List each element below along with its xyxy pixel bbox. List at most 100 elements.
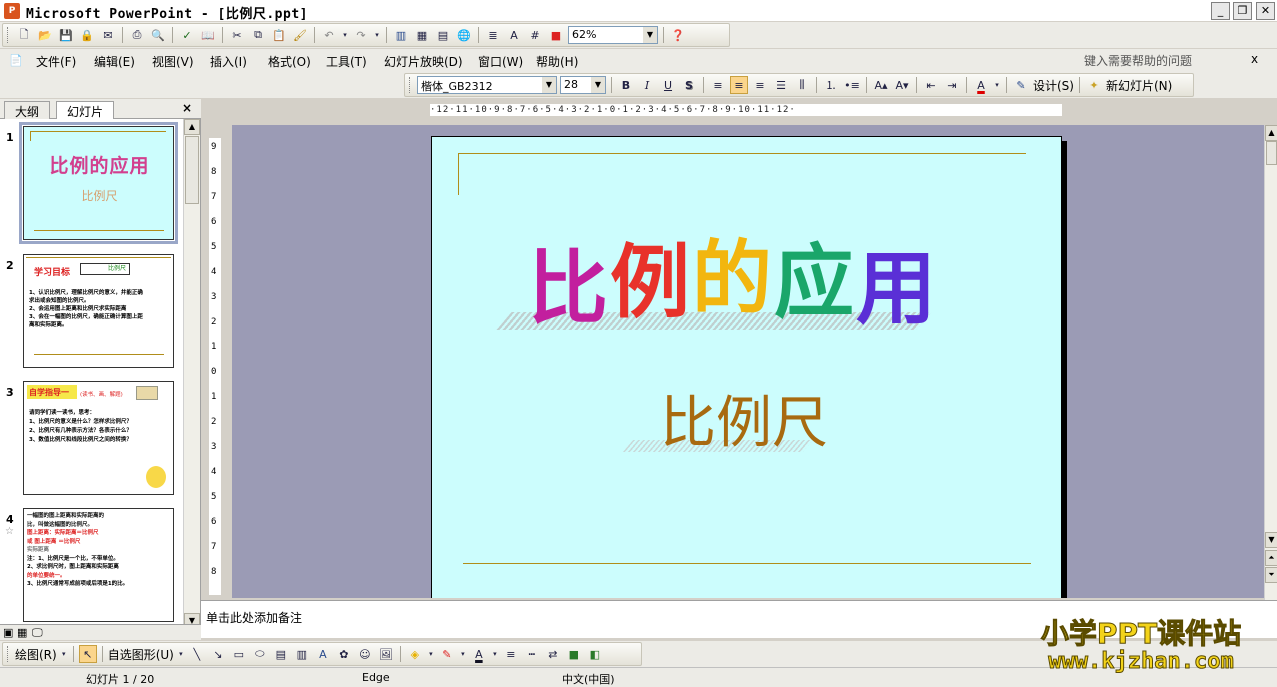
print-preview-icon[interactable]: 🔍 (149, 26, 167, 44)
align-right-icon[interactable]: ≡ (751, 76, 769, 94)
slideshow-icon[interactable]: 🖵 (32, 626, 43, 640)
fill-color-icon[interactable]: ◈ (406, 645, 424, 663)
slide-scrollbar[interactable]: ▲ ▼ ⏶ ⏷ (1264, 125, 1277, 600)
new-slide-icon[interactable]: ✦ (1085, 76, 1103, 94)
textbox-icon[interactable]: ▤ (272, 645, 290, 663)
print-icon[interactable]: ⎙ (128, 26, 146, 44)
slide-sorter-icon[interactable]: ▦ (17, 626, 27, 639)
align-center-icon[interactable]: ≡ (730, 76, 748, 94)
menu-slideshow[interactable]: 幻灯片放映(D) (384, 53, 463, 70)
format-painter-icon[interactable]: 🖌 (291, 26, 309, 44)
scroll-thumb[interactable] (1266, 141, 1277, 165)
expand-all-icon[interactable]: ≣ (484, 26, 502, 44)
close-document-button[interactable]: x (1251, 52, 1258, 66)
font-color-dropdown-icon[interactable]: ▾ (993, 76, 1001, 94)
design-icon[interactable]: ✎ (1012, 76, 1030, 94)
menu-file[interactable]: 文件(F) (36, 53, 76, 70)
arrow-icon[interactable]: ↘ (209, 645, 227, 663)
justify-icon[interactable]: ☰ (772, 76, 790, 94)
minimize-button[interactable]: _ (1211, 2, 1230, 20)
redo-icon[interactable]: ↷ (352, 26, 370, 44)
close-button[interactable]: ✕ (1256, 2, 1275, 20)
chevron-down-icon[interactable]: ▾ (491, 645, 499, 663)
wordart-title[interactable]: 比 例 的 应 用 (496, 232, 938, 334)
chevron-down-icon[interactable]: ▾ (60, 645, 68, 663)
diagram-icon[interactable]: ✿ (335, 645, 353, 663)
slide-thumbnail-3[interactable]: 自学指导一 (读书、画、解题) 请同学们读一读书，思考： 1、比例尺的意义是什么… (23, 381, 174, 495)
font-combo[interactable]: 楷体_GB2312 ▼ (417, 76, 557, 94)
decrease-font-icon[interactable]: A▾ (893, 76, 911, 94)
increase-indent-icon[interactable]: ⇥ (943, 76, 961, 94)
animation-star-icon[interactable]: ☆ (5, 526, 14, 537)
document-icon[interactable]: 📄 (7, 51, 25, 69)
toolbar-grip[interactable] (7, 27, 10, 43)
undo-icon[interactable]: ↶ (320, 26, 338, 44)
wordart-icon[interactable]: A (314, 645, 332, 663)
arrow-style-icon[interactable]: ⇄ (544, 645, 562, 663)
menu-insert[interactable]: 插入(I) (210, 53, 247, 70)
paste-icon[interactable]: 📋 (270, 26, 288, 44)
menu-help[interactable]: 帮助(H) (536, 53, 578, 70)
numbering-icon[interactable]: ⒈ (822, 76, 840, 94)
font-size-combo[interactable]: 28 ▼ (560, 76, 606, 94)
research-icon[interactable]: 📖 (199, 26, 217, 44)
email-icon[interactable]: ✉ (99, 26, 117, 44)
slide-thumbnail-4[interactable]: 一幅图的图上距离和实际距离的 比，叫做这幅图的比例尺。 图上距离：实际距离＝比例… (23, 508, 174, 622)
menu-format[interactable]: 格式(O) (268, 53, 311, 70)
rectangle-icon[interactable]: ▭ (230, 645, 248, 663)
bold-button[interactable]: B (617, 76, 635, 94)
powerpoint-app-icon[interactable]: P (4, 3, 20, 19)
shadow-style-icon[interactable]: ■ (565, 645, 583, 663)
cut-icon[interactable]: ✂ (228, 26, 246, 44)
wordart-subtitle[interactable]: 比例尺 (622, 392, 842, 462)
shadow-button[interactable]: S (680, 76, 698, 94)
slide-thumbnail-2[interactable]: 学习目标 比例尺 1、认识比例尺，理解比例尺的意义，并能正确 求出或会知图的比例… (23, 254, 174, 368)
chevron-down-icon[interactable]: ▼ (643, 27, 657, 43)
scroll-thumb[interactable] (185, 136, 199, 204)
dash-style-icon[interactable]: ┅ (523, 645, 541, 663)
clipart-icon[interactable]: ☺ (356, 645, 374, 663)
next-slide-icon[interactable]: ⏷ (1265, 567, 1277, 583)
chevron-down-icon[interactable]: ▼ (542, 77, 556, 93)
line-color-icon[interactable]: ✎ (438, 645, 456, 663)
chevron-down-icon[interactable]: ▾ (427, 645, 435, 663)
show-grid-icon[interactable]: # (526, 26, 544, 44)
toolbar-grip[interactable] (409, 77, 412, 93)
slide-thumbnail-1[interactable]: 比例的应用 比例尺 (19, 122, 178, 244)
picture-icon[interactable]: 🖼 (377, 645, 395, 663)
chevron-down-icon[interactable]: ▼ (591, 77, 605, 93)
line-icon[interactable]: ╲ (188, 645, 206, 663)
insert-chart-icon[interactable]: ▥ (392, 26, 410, 44)
insert-table-icon[interactable]: ▦ (413, 26, 431, 44)
bullets-icon[interactable]: •≡ (843, 76, 861, 94)
menu-window[interactable]: 窗口(W) (478, 53, 523, 70)
open-folder-icon[interactable]: 📂 (36, 26, 54, 44)
toolbar-grip[interactable] (7, 646, 10, 662)
show-formatting-icon[interactable]: A (505, 26, 523, 44)
current-slide[interactable]: 比 例 的 应 用 比例尺 (431, 136, 1062, 598)
distribute-icon[interactable]: ⫼ (793, 76, 811, 94)
scroll-down-icon[interactable]: ▼ (1265, 532, 1277, 548)
spelling-icon[interactable]: ✓ (178, 26, 196, 44)
underline-button[interactable]: U (659, 76, 677, 94)
scroll-up-icon[interactable]: ▲ (1265, 125, 1277, 141)
save-icon[interactable]: 💾 (57, 26, 75, 44)
menu-edit[interactable]: 编辑(E) (94, 53, 135, 70)
menu-tools[interactable]: 工具(T) (326, 53, 367, 70)
zoom-combo[interactable]: 62% ▼ (568, 26, 658, 44)
increase-font-icon[interactable]: A▴ (872, 76, 890, 94)
insert-hyperlink-icon[interactable]: 🌐 (455, 26, 473, 44)
oval-icon[interactable]: ⬭ (251, 645, 269, 663)
tables-borders-icon[interactable]: ▤ (434, 26, 452, 44)
chevron-down-icon[interactable]: ▾ (459, 645, 467, 663)
autoshapes-button[interactable]: 自选图形(U) (108, 646, 174, 663)
close-pane-button[interactable]: × (182, 101, 192, 115)
help-icon[interactable]: ❓ (669, 26, 687, 44)
chevron-down-icon[interactable]: ▾ (177, 645, 185, 663)
restore-button[interactable]: ❐ (1233, 2, 1252, 20)
previous-slide-icon[interactable]: ⏶ (1265, 550, 1277, 566)
color-grayscale-icon[interactable]: ■ (547, 26, 565, 44)
menu-view[interactable]: 视图(V) (152, 53, 194, 70)
vertical-textbox-icon[interactable]: ▥ (293, 645, 311, 663)
line-style-icon[interactable]: ≡ (502, 645, 520, 663)
